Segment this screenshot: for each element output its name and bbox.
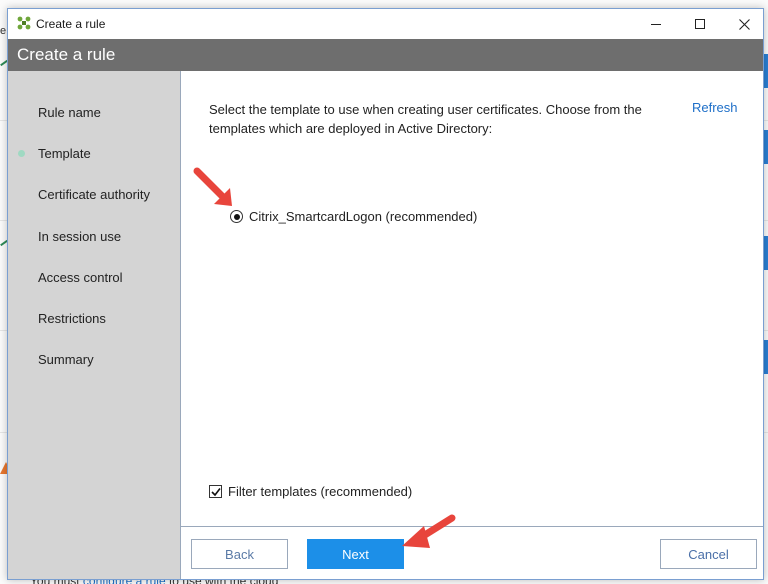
active-step-indicator — [18, 150, 25, 157]
bg-blue-tab — [764, 54, 768, 88]
bg-blue-tab — [764, 236, 768, 270]
sidebar-item-in-session-use[interactable]: In session use — [38, 229, 121, 244]
title-bar[interactable]: Create a rule — [8, 9, 763, 39]
dialog-heading: Create a rule — [17, 45, 116, 64]
filter-templates-label: Filter templates (recommended) — [228, 484, 413, 499]
checkmark-icon — [211, 488, 221, 497]
close-button[interactable] — [722, 9, 766, 39]
sidebar-item-summary[interactable]: Summary — [38, 352, 94, 367]
footer-divider — [181, 526, 763, 527]
minimize-button[interactable] — [634, 9, 678, 39]
create-rule-dialog: Create a rule Create a rule Rule name Te… — [7, 8, 764, 580]
dialog-header: Create a rule — [8, 39, 763, 71]
maximize-button[interactable] — [678, 9, 722, 39]
template-option[interactable]: Citrix_SmartcardLogon (recommended) — [230, 209, 477, 224]
close-icon — [738, 18, 750, 30]
template-instructions: Select the template to use when creating… — [209, 102, 642, 136]
template-step-panel: Select the template to use when creating… — [180, 71, 763, 579]
sidebar-item-restrictions[interactable]: Restrictions — [38, 311, 106, 326]
refresh-link[interactable]: Refresh — [692, 100, 738, 115]
sidebar-item-rule-name[interactable]: Rule name — [38, 105, 101, 120]
radio-selected-dot — [233, 213, 240, 220]
citrix-cross-icon — [17, 16, 31, 30]
bg-blue-tab — [764, 340, 768, 374]
filter-templates-checkbox[interactable] — [209, 485, 222, 498]
sidebar-item-template[interactable]: Template — [38, 146, 91, 161]
annotation-arrow-icon — [193, 167, 232, 206]
minimize-icon — [651, 23, 661, 25]
back-button[interactable]: Back — [191, 539, 288, 569]
maximize-icon — [695, 19, 705, 29]
bg-edge-text: e — [0, 25, 7, 37]
sidebar-item-access-control[interactable]: Access control — [38, 270, 123, 285]
cancel-button[interactable]: Cancel — [660, 539, 757, 569]
annotation-arrow-icon — [402, 514, 456, 548]
bg-blue-tab — [764, 130, 768, 164]
filter-templates-option[interactable]: Filter templates (recommended) — [209, 484, 412, 499]
sidebar-item-certificate-authority[interactable]: Certificate authority — [38, 187, 150, 202]
template-option-label: Citrix_SmartcardLogon (recommended) — [249, 209, 478, 224]
wizard-steps-sidebar: Rule name Template Certificate authority… — [8, 71, 180, 579]
window-title: Create a rule — [36, 17, 106, 31]
next-button[interactable]: Next — [307, 539, 404, 569]
